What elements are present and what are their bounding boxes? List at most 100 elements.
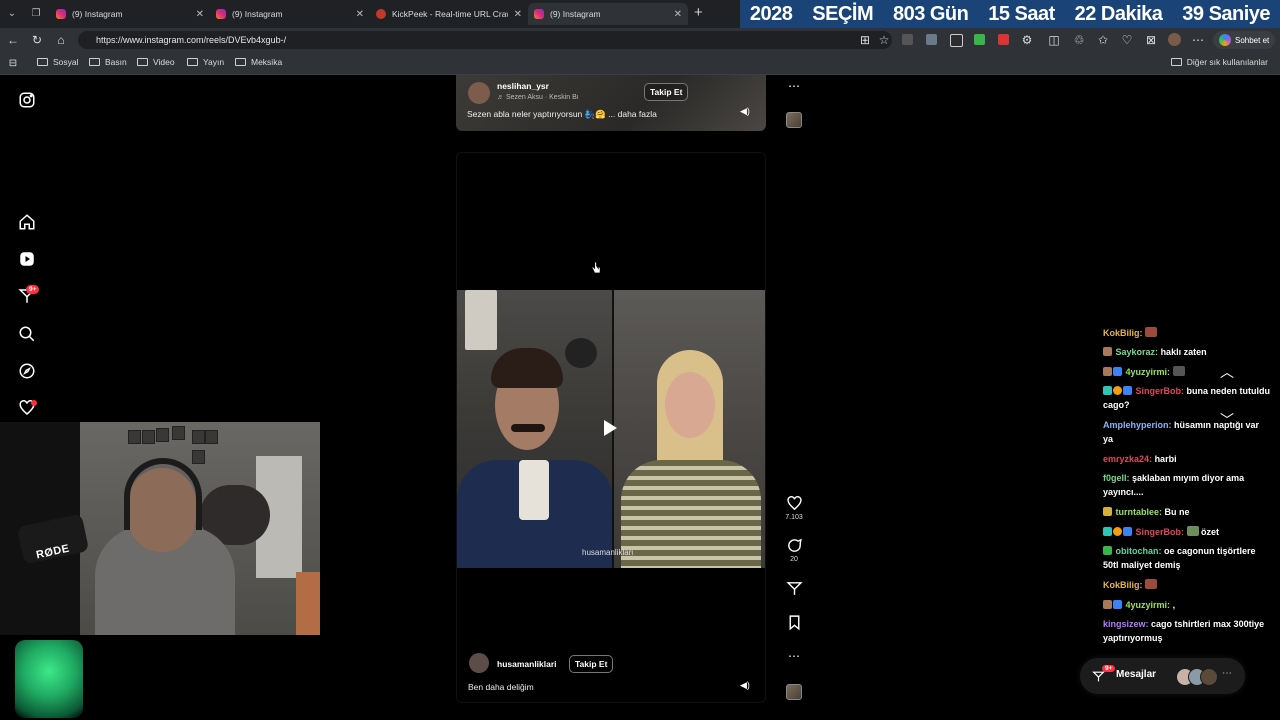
- chat-text: ,: [1172, 600, 1176, 610]
- previous-reel-card[interactable]: neslihan_ysr ♬ Sezen Aksu · Keskin Bı Ta…: [456, 75, 766, 131]
- follow-button[interactable]: Takip Et: [644, 83, 689, 101]
- chat-text: harbi: [1154, 454, 1177, 464]
- bookmark-folder-yayin[interactable]: Yayın: [187, 57, 224, 67]
- profile-avatar[interactable]: [1168, 33, 1181, 46]
- workspaces-icon[interactable]: ❐: [28, 5, 44, 21]
- audio-thumbnail[interactable]: [786, 112, 802, 128]
- favorites-icon[interactable]: ✩: [1095, 32, 1111, 48]
- share-button[interactable]: [780, 580, 808, 597]
- address-toolbar: ← ↻ ⌂ https://www.instagram.com/reels/DV…: [0, 28, 1280, 52]
- video-left-person: [457, 290, 613, 568]
- close-icon[interactable]: ✕: [356, 9, 364, 20]
- other-bookmarks-folder[interactable]: Diğer sık kullanılanlar: [1170, 57, 1268, 67]
- browser-essentials-icon[interactable]: ♡: [1119, 32, 1135, 48]
- instagram-logo-icon[interactable]: [17, 90, 37, 110]
- bookmark-icon: [789, 615, 799, 631]
- audio-thumbnail[interactable]: [786, 684, 802, 700]
- extensions-puzzle-icon[interactable]: ⚙: [1019, 32, 1035, 48]
- hand-cursor-icon: [592, 262, 601, 274]
- badge-icon: [1113, 527, 1122, 536]
- home-icon[interactable]: ⌂: [53, 32, 69, 48]
- chat-message: turntablee: Bu ne: [1103, 505, 1271, 519]
- extension-icon[interactable]: [950, 34, 963, 47]
- reel-actions: ⋯ 7.103 20 ⋯: [780, 75, 808, 720]
- more-menu-icon[interactable]: ⋯: [1190, 32, 1206, 48]
- volume-icon[interactable]: ◀): [740, 106, 752, 116]
- chat-username: KokBilig:: [1103, 580, 1143, 590]
- current-reel-card[interactable]: husamanliklari husamanliklari Takip Et B…: [456, 152, 766, 703]
- bookmark-label: Sosyal: [53, 57, 79, 67]
- home-icon[interactable]: [17, 212, 37, 232]
- tab-title: KickPeek - Real-time URL Crawler: [392, 9, 508, 19]
- extension-icon[interactable]: [974, 34, 985, 45]
- badge-icon: [1123, 386, 1132, 395]
- app-available-icon[interactable]: ⊞: [857, 32, 873, 48]
- more-options-icon[interactable]: ⋯: [780, 79, 808, 93]
- close-icon[interactable]: ✕: [514, 9, 522, 20]
- chat-text: haklı zaten: [1160, 347, 1207, 357]
- badge-icon: [1113, 386, 1122, 395]
- chat-username: obitochan:: [1115, 546, 1162, 556]
- performance-icon[interactable]: ♲: [1071, 32, 1087, 48]
- instagram-icon: [216, 9, 226, 19]
- badge-icon: [1123, 527, 1132, 536]
- new-tab-button[interactable]: +: [694, 4, 703, 21]
- reel-video[interactable]: husamanliklari: [457, 290, 765, 568]
- reel-caption[interactable]: Ben daha deliğim: [468, 682, 534, 692]
- reading-view-icon[interactable]: ⊟: [5, 55, 21, 71]
- avatar[interactable]: [469, 653, 489, 673]
- search-icon[interactable]: [17, 324, 37, 344]
- emote-icon: [1186, 526, 1199, 536]
- extension-icon[interactable]: [926, 34, 937, 45]
- reload-icon[interactable]: ↻: [29, 32, 45, 48]
- save-button[interactable]: [780, 614, 808, 631]
- notification-dot: [31, 400, 37, 406]
- favorite-star-icon[interactable]: ☆: [876, 32, 892, 48]
- tab-instagram-1[interactable]: (9) Instagram ✕: [50, 3, 210, 25]
- tab-instagram-2[interactable]: (9) Instagram ✕: [210, 3, 370, 25]
- reels-icon[interactable]: [17, 249, 37, 269]
- follow-button[interactable]: Takip Et: [569, 655, 614, 673]
- chat-username: SingerBob:: [1135, 527, 1185, 537]
- like-button[interactable]: 7.103: [780, 495, 808, 521]
- more-options-icon[interactable]: ⋯: [780, 649, 808, 663]
- chat-message: SingerBob: buna neden tutuldu cago?: [1103, 384, 1271, 412]
- back-arrow-icon[interactable]: ←: [5, 32, 21, 48]
- reel-username[interactable]: neslihan_ysr: [497, 81, 549, 91]
- close-icon[interactable]: ✕: [674, 9, 682, 20]
- badge-icon: [1103, 367, 1112, 376]
- reel-caption[interactable]: Sezen abla neler yaptırıyorsun 🧞‍♀️🤗 ...…: [467, 109, 657, 120]
- explore-compass-icon[interactable]: [17, 361, 37, 381]
- extension-icon[interactable]: [998, 34, 1009, 45]
- collections-icon[interactable]: ⊠: [1143, 32, 1159, 48]
- reel-music[interactable]: ♬ Sezen Aksu · Keskin Bı: [497, 94, 579, 101]
- copilot-button[interactable]: Sohbet et: [1213, 31, 1276, 49]
- music-label: Sezen Aksu · Keskin Bı: [505, 94, 579, 101]
- tab-list-icon[interactable]: ⌄: [4, 5, 20, 21]
- play-icon[interactable]: [604, 420, 617, 436]
- instagram-icon: [56, 9, 66, 19]
- video-watermark: husamanliklari: [582, 548, 634, 557]
- avatar[interactable]: [468, 82, 490, 104]
- copilot-icon: [1219, 34, 1231, 46]
- chat-message: f0gell: şaklaban mıyım diyor ama yayıncı…: [1103, 471, 1271, 499]
- folder-icon: [235, 58, 246, 66]
- extension-icon[interactable]: [902, 34, 913, 45]
- folder-icon: [89, 58, 100, 66]
- bookmark-folder-basin[interactable]: Basın: [89, 57, 127, 67]
- close-icon[interactable]: ✕: [196, 9, 204, 20]
- picture-frame: [192, 450, 205, 464]
- bookmark-folder-sosyal[interactable]: Sosyal: [37, 57, 79, 67]
- reel-username[interactable]: husamanliklari: [497, 659, 557, 669]
- comment-button[interactable]: 20: [780, 537, 808, 563]
- split-screen-icon[interactable]: ◫: [1046, 32, 1062, 48]
- tab-instagram-active[interactable]: (9) Instagram ✕: [528, 3, 688, 25]
- bookmark-folder-video[interactable]: Video: [137, 57, 175, 67]
- comment-icon: [787, 538, 802, 552]
- headset-icon: [124, 458, 202, 530]
- emote-icon: [1145, 579, 1158, 589]
- bookmark-folder-meksika[interactable]: Meksika: [235, 57, 282, 67]
- tab-kickpeek[interactable]: KickPeek - Real-time URL Crawler ✕: [370, 3, 528, 25]
- volume-icon[interactable]: ◀): [740, 680, 752, 690]
- url-field[interactable]: https://www.instagram.com/reels/DVEvb4xg…: [78, 31, 892, 49]
